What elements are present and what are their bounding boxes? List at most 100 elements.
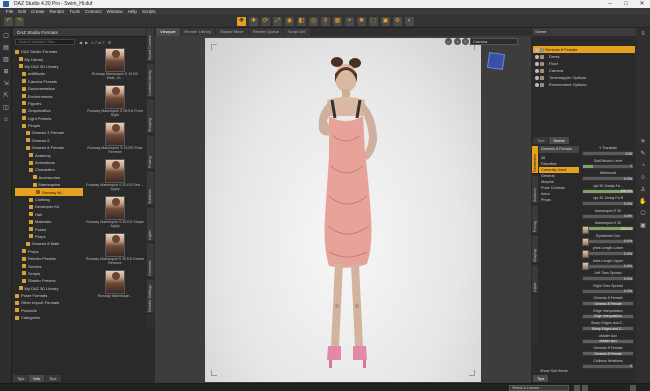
slider-track[interactable]: 100.0% [582, 226, 634, 231]
menu-create[interactable]: Create [31, 9, 45, 14]
scene-tool-icon[interactable]: ⬚ [369, 17, 378, 26]
camera-icon[interactable]: ⎔ [639, 210, 647, 218]
visibility-eye-icon[interactable] [535, 61, 539, 66]
scene-options-icon[interactable]: ≡ [639, 30, 647, 38]
status-btn[interactable] [574, 385, 580, 391]
genesis-8-female-figure[interactable] [283, 56, 403, 376]
slider-track[interactable]: Genesis 8 Female [582, 301, 634, 306]
slider-track[interactable]: 0.0% [582, 251, 634, 256]
visibility-eye-icon[interactable] [535, 82, 539, 87]
render-canvas[interactable] [205, 38, 481, 382]
translate-tool-icon[interactable]: ✚ [249, 17, 258, 26]
slider-track[interactable]: 0.0% [582, 288, 634, 294]
pose-thumbnail[interactable]: Runway Mannequin S 30 ED Dream Remove [85, 233, 145, 269]
tab-scene[interactable]: Scene [549, 137, 569, 144]
aux-icon[interactable]: ▣ [639, 222, 647, 230]
render-icon-left[interactable]: ◫ [2, 104, 10, 112]
property-group[interactable]: Props [539, 197, 579, 203]
parameter-slider[interactable]: cjw 30 Jimaly Fa B 0.0% [580, 196, 636, 208]
viewport-light-icon[interactable]: ☼ [445, 38, 452, 45]
merge-icon[interactable]: ⊞ [2, 68, 10, 76]
tree-item[interactable]: My Library [15, 55, 83, 62]
show-sub-items-checkbox[interactable]: Show Sub Items [540, 369, 568, 373]
scale-tool-icon[interactable]: ⤢ [273, 17, 282, 26]
tab-tips-2[interactable]: Tips [45, 375, 61, 382]
param-side-tab[interactable]: Shaping [532, 236, 538, 264]
joint-editor-icon[interactable]: ⚲ [321, 17, 330, 26]
tab-info[interactable]: Info [29, 375, 45, 382]
scene-item[interactable]: Dress [533, 53, 635, 60]
tree-item[interactable]: Documentation [15, 85, 83, 92]
side-tab[interactable]: Posing [147, 136, 154, 170]
library-search-input[interactable]: Search Installed files [15, 39, 75, 45]
tree-item[interactable]: Animations [15, 159, 83, 166]
back-icon[interactable]: ◀ [79, 40, 82, 45]
tab-viewport[interactable]: Viewport [156, 28, 180, 36]
tree-item[interactable]: Anatomy [15, 151, 83, 158]
tree-item[interactable]: Products [15, 307, 83, 314]
scene-item[interactable]: Genesis 8 Female [533, 46, 635, 53]
tree-item[interactable]: Genesis 8 [15, 137, 83, 144]
tree-item[interactable]: GraphicsBox [15, 107, 83, 114]
slider-track[interactable]: 0.00 [582, 151, 634, 156]
tree-item[interactable]: Render Presets [15, 255, 83, 262]
close-button[interactable]: ✕ [634, 0, 650, 8]
scene-item[interactable]: Camera [533, 67, 635, 74]
parameter-slider[interactable]: Collision Iterations 0 [580, 359, 636, 371]
slider-track[interactable]: 1 [582, 163, 634, 169]
viewport-draw-style-icon[interactable]: ◑ [454, 38, 461, 45]
viewport-options-icon[interactable]: ≡ [462, 38, 469, 45]
node-select[interactable]: Genesis 8 Female [539, 146, 579, 153]
tree-item[interactable]: People [15, 122, 83, 129]
menu-connect[interactable]: Connect [85, 9, 102, 14]
parameter-slider[interactable]: Genesis 8 Female Genesis 8 Female [580, 296, 636, 308]
tree-item[interactable]: Clothing [15, 196, 83, 203]
tab-tips[interactable]: Tips [13, 375, 29, 382]
parameter-slider[interactable]: Left Toes Spread 0.0% [580, 271, 636, 283]
menu-scripts[interactable]: Scripts [142, 9, 156, 14]
parameter-slider[interactable]: Midmount 0.0% [580, 171, 636, 183]
pose-thumbnail[interactable]: Runway Mannequin... [85, 270, 145, 306]
slider-track[interactable]: Genesis 8 Female [582, 351, 634, 356]
camera-select[interactable]: Camera [470, 38, 518, 45]
slider-track[interactable]: 0.0% [582, 213, 634, 219]
parameter-slider[interactable]: Genesis 8 Female Genesis 8 Female [580, 346, 636, 358]
tab-script-ide[interactable]: Script IDE [284, 28, 311, 36]
menu-edit[interactable]: Edit [18, 9, 26, 14]
tree-item[interactable]: Developer Kit [15, 203, 83, 210]
side-tab[interactable]: Lights [147, 208, 154, 242]
maximize-button[interactable]: □ [618, 0, 634, 8]
param-side-tab[interactable]: Surfaces [532, 176, 538, 204]
new-scene-icon[interactable]: ▢ [2, 32, 10, 40]
parameter-slider[interactable]: Mannequin S 30 0.0% [580, 209, 636, 221]
tree-item[interactable]: My DAZ 3D Library [15, 63, 83, 70]
rotate-tool-icon[interactable]: ⟳ [261, 17, 270, 26]
status-btn[interactable] [630, 385, 636, 391]
tree-item[interactable]: Scripts [15, 270, 83, 277]
import-icon[interactable]: ⇲ [2, 80, 10, 88]
tree-item[interactable]: Hair [15, 211, 83, 218]
tree-item[interactable]: Mannequins [15, 181, 83, 188]
menu-window[interactable]: Window [107, 9, 123, 14]
minimize-button[interactable]: – [602, 0, 618, 8]
parameter-slider[interactable]: Y Translate 0.00 [580, 146, 636, 158]
tree-item[interactable]: Materials [15, 218, 83, 225]
scene-item[interactable]: Tonemapper Options [533, 74, 635, 81]
open-file-icon[interactable]: ▤ [2, 44, 10, 52]
parameter-slider[interactable]: Sharp Edges and C... Sharp Edges and C... [580, 321, 636, 333]
pose-thumbnail[interactable]: Runway Mannequin S 08 ED Front Right [85, 85, 145, 121]
node-weight-tool-icon[interactable]: ◉ [285, 17, 294, 26]
menu-file[interactable]: File [6, 9, 13, 14]
morph-icon[interactable]: ✋ [639, 198, 647, 206]
menu-render[interactable]: Render [50, 9, 65, 14]
tree-item[interactable]: aniBlocks [15, 70, 83, 77]
parameter-slider[interactable]: Edge Interpolation Edge Interpolation [580, 309, 636, 321]
tree-item[interactable]: Camera Presets [15, 78, 83, 85]
tab-render-queue[interactable]: Render Queue [248, 28, 284, 36]
menu-tools[interactable]: Tools [69, 9, 80, 14]
tree-item[interactable]: Genesis 8 Male [15, 240, 83, 247]
tree-item[interactable]: Genesis 3 Female [15, 129, 83, 136]
visibility-eye-icon[interactable] [535, 54, 539, 59]
spot-render-icon[interactable]: ◎ [309, 17, 318, 26]
param-side-tab[interactable]: Posing [532, 206, 538, 234]
